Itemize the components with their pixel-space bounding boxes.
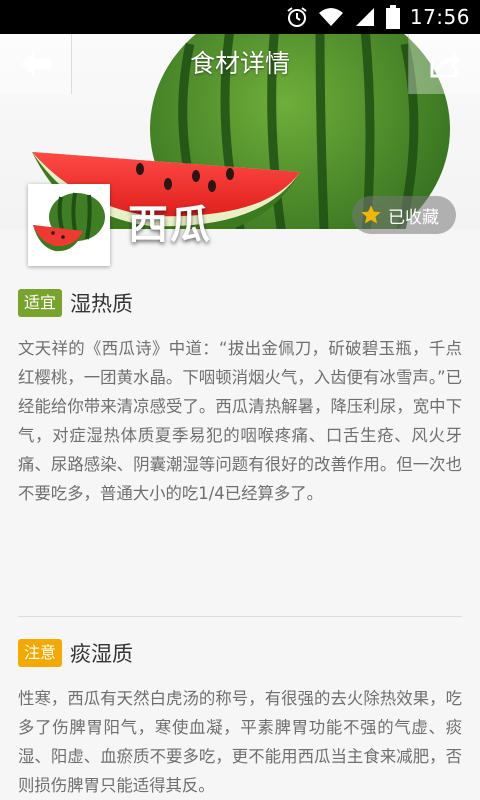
back-arrow-icon bbox=[20, 52, 51, 76]
section-title: 湿热质 bbox=[70, 292, 134, 316]
food-name: 西瓜 bbox=[128, 202, 212, 248]
section-title: 痰湿质 bbox=[70, 642, 134, 666]
food-thumbnail bbox=[28, 184, 110, 266]
suitable-tag: 适宜 bbox=[18, 289, 63, 317]
section-body: 文天祥的《西瓜诗》中道：“拔出金佩刀，斫破碧玉瓶，千点红樱桃，一团黄水晶。下咽顿… bbox=[18, 339, 462, 503]
favorite-button[interactable]: 已收藏 bbox=[352, 196, 456, 234]
share-button[interactable] bbox=[408, 34, 480, 94]
star-icon bbox=[361, 205, 381, 224]
status-time: 17:56 bbox=[409, 5, 470, 29]
status-bar: 17:56 bbox=[0, 0, 480, 34]
wifi-icon bbox=[318, 8, 343, 26]
alarm-icon bbox=[287, 7, 307, 27]
caution-tag: 注意 bbox=[18, 639, 63, 667]
back-button[interactable] bbox=[0, 34, 72, 94]
page-title: 食材详情 bbox=[189, 49, 290, 78]
section-suitable: 适宜 湿热质 文天祥的《西瓜诗》中道：“拔出金佩刀，斫破碧玉瓶，千点红樱桃，一团… bbox=[18, 286, 462, 508]
title-bar: 食材详情 bbox=[0, 34, 480, 94]
share-icon bbox=[430, 52, 461, 78]
signal-icon bbox=[355, 8, 374, 26]
battery-icon bbox=[385, 5, 400, 29]
section-body: 性寒，西瓜有天然白虎汤的称号，有很强的去火除热效果，吃多了伤脾胃阳气，寒使血凝，… bbox=[18, 689, 462, 795]
section-caution: 注意 痰湿质 性寒，西瓜有天然白虎汤的称号，有很强的去火除热效果，吃多了伤脾胃阳… bbox=[18, 636, 462, 800]
divider bbox=[18, 616, 462, 617]
favorite-label: 已收藏 bbox=[388, 207, 439, 228]
